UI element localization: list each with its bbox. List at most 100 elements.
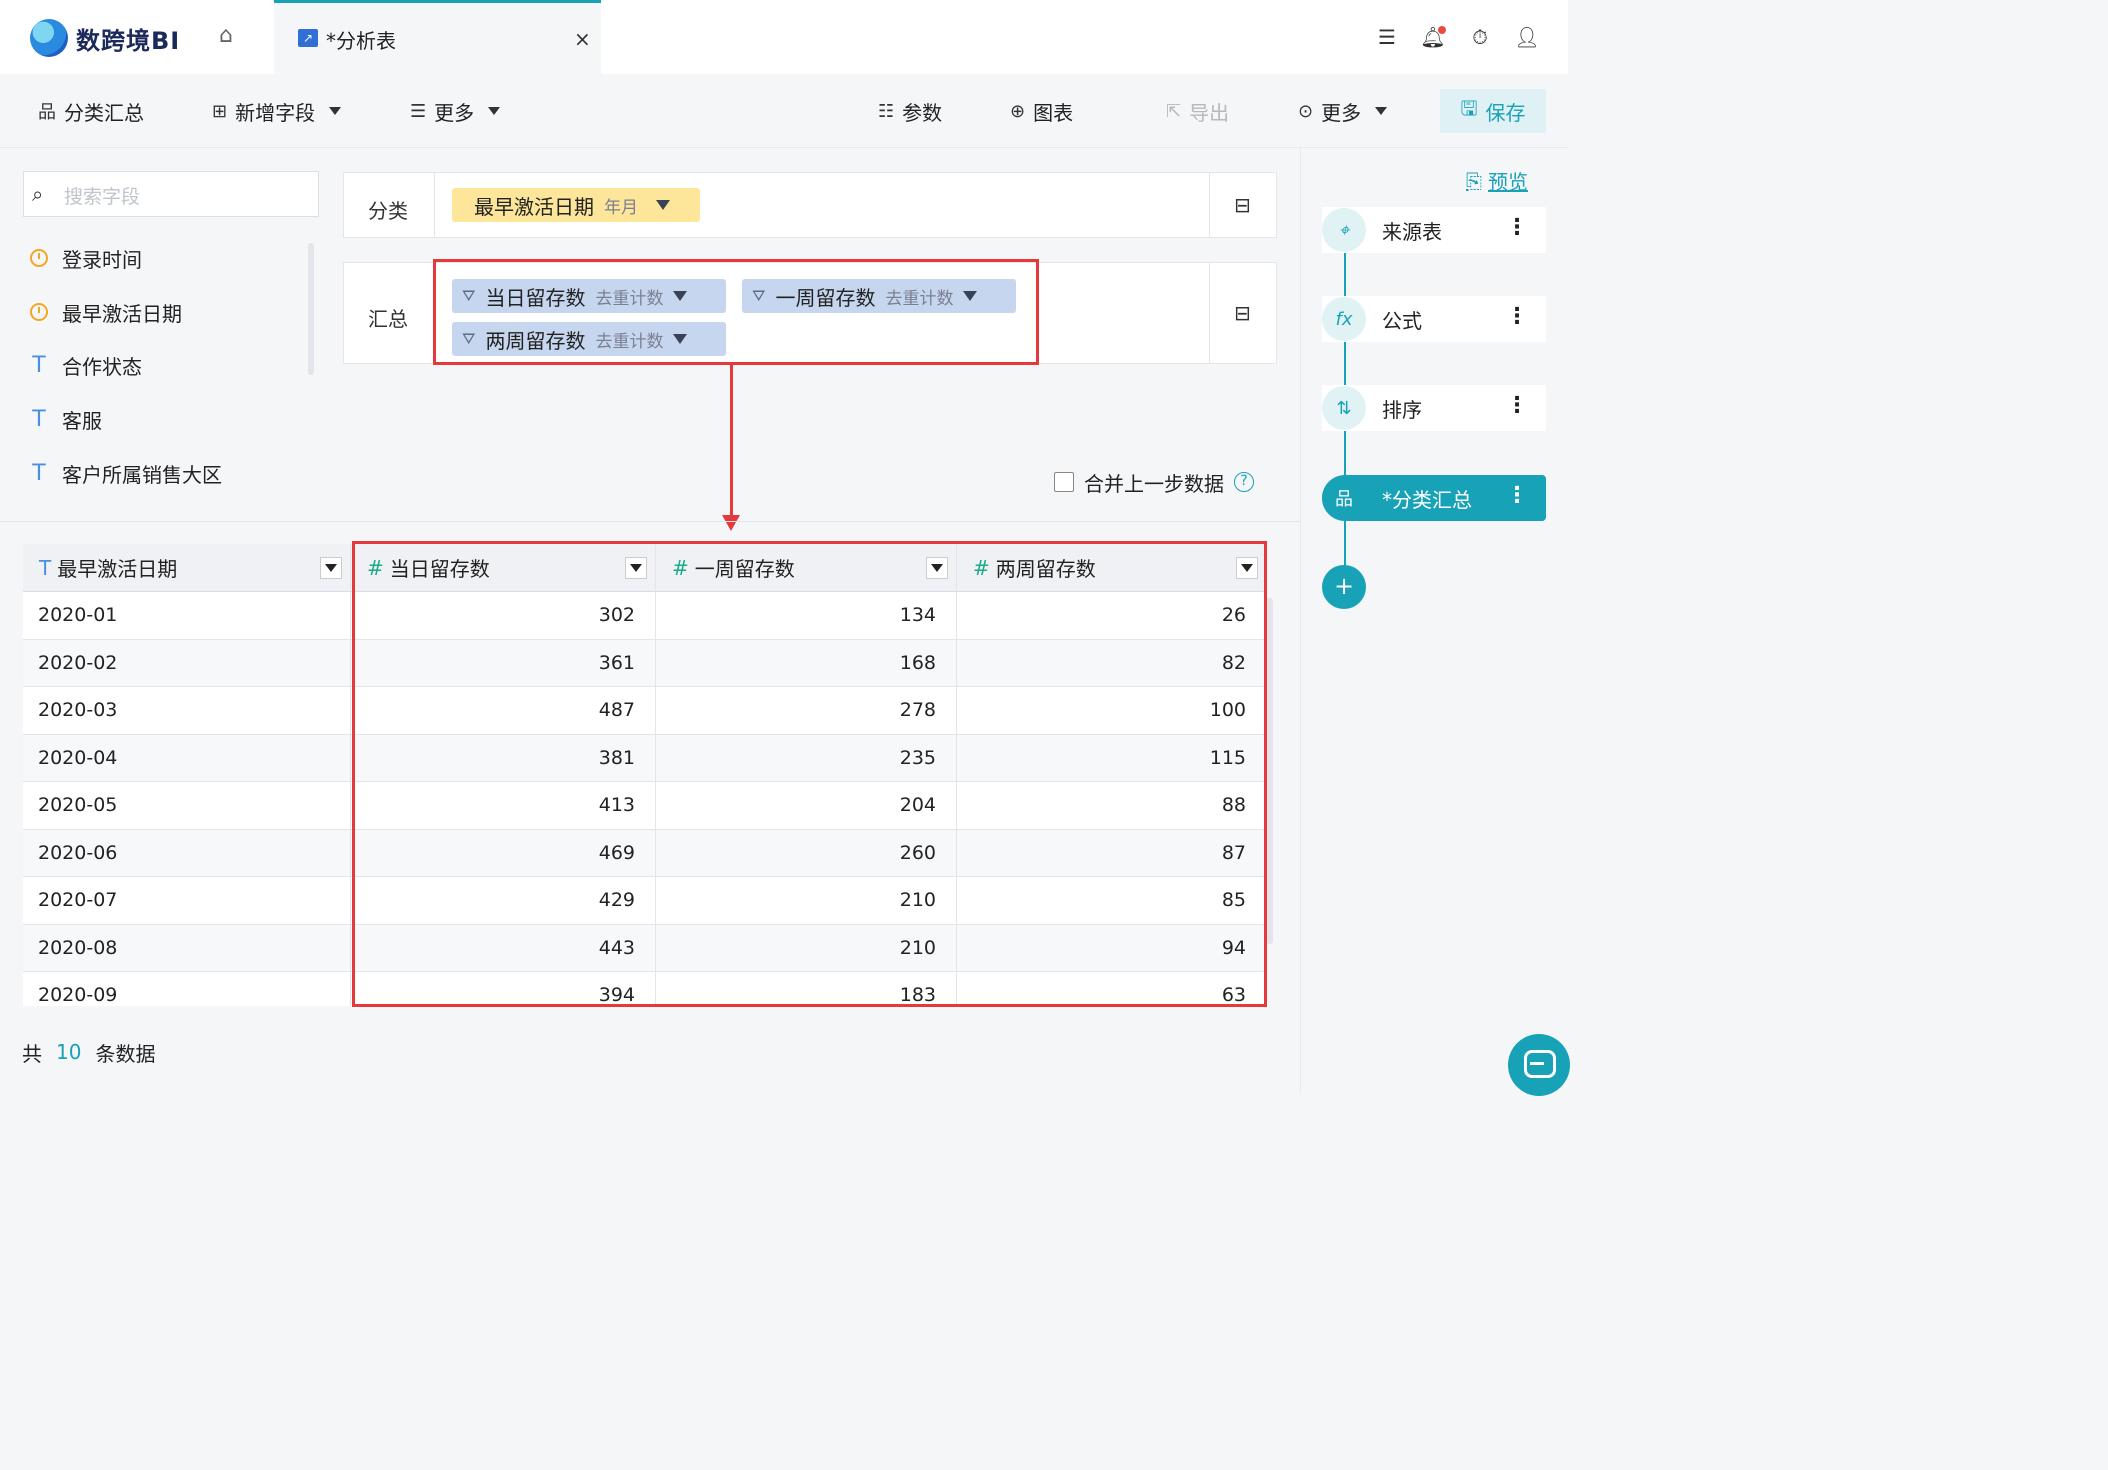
chevron-down-icon[interactable] <box>656 200 670 210</box>
row-count-prefix: 共 <box>22 1041 42 1066</box>
merge-checkbox[interactable] <box>1054 472 1074 492</box>
notification-dot <box>1438 26 1446 34</box>
tab-analysis-table[interactable]: ↗ *分析表 × <box>274 0 601 74</box>
params-button[interactable]: ☷ 参数 <box>878 96 942 126</box>
home-icon[interactable]: ⌂ <box>214 24 238 48</box>
merge-previous-option[interactable]: 合并上一步数据 ? <box>1054 469 1254 496</box>
export-button[interactable]: ⇱ 导出 <box>1166 96 1229 126</box>
step-label: 排序 <box>1382 397 1422 422</box>
chip-name: 最早激活日期 <box>474 194 594 219</box>
app-logo[interactable]: 数跨境BI <box>30 18 185 58</box>
save-icon: 🖫︎ <box>1460 96 1478 120</box>
date-cell: 2020-04 <box>23 734 351 782</box>
field-name: 客服 <box>62 408 102 433</box>
more-right-label: 更多 <box>1321 100 1362 125</box>
step-formula[interactable]: fx 公式 ⋮ <box>1322 296 1546 342</box>
step-sort[interactable]: ⇅ 排序 ⋮ <box>1322 385 1546 431</box>
chevron-down-icon <box>488 107 501 115</box>
chart-button[interactable]: ⊕ 图表 <box>1010 96 1073 126</box>
save-button[interactable]: 🖫︎ 保存 <box>1440 89 1546 133</box>
save-label: 保存 <box>1485 100 1526 125</box>
tab-close-button[interactable]: × <box>574 27 591 51</box>
sort-icon: ⇅ <box>1322 386 1366 430</box>
highlight-box-summary <box>433 259 1039 365</box>
search-icon: ⌕ <box>32 182 44 206</box>
category-label: 分类 <box>368 199 408 223</box>
text-type-icon: T <box>32 352 46 378</box>
more-vertical-icon[interactable]: ⋮ <box>1506 304 1528 329</box>
export-label: 导出 <box>1189 100 1230 125</box>
chat-support-button[interactable] <box>1508 1034 1570 1096</box>
target-icon: ⌖ <box>1322 208 1366 252</box>
help-icon[interactable]: ? <box>1234 472 1254 492</box>
timer-icon[interactable]: ⏱︎ <box>1467 24 1493 50</box>
annotation-arrow-line <box>730 365 733 520</box>
field-list-scrollbar[interactable] <box>308 243 314 375</box>
steps-panel <box>1300 148 1568 1093</box>
row-count: 共 10 条数据 <box>22 1038 155 1066</box>
date-cell: 2020-02 <box>23 639 351 687</box>
fx-icon: fx <box>1322 297 1366 341</box>
field-item[interactable]: 最早激活日期 <box>30 296 182 328</box>
date-cell: 2020-05 <box>23 782 351 829</box>
date-cell: 2020-07 <box>23 877 351 924</box>
params-icon: ☷ <box>878 100 895 122</box>
category-config: 分类 最早激活日期 年月 ⊟ <box>343 172 1277 238</box>
column-menu-icon[interactable] <box>320 557 342 579</box>
row-count-value: 10 <box>56 1040 82 1064</box>
more-vertical-icon[interactable]: ⋮ <box>1506 393 1528 418</box>
toolbox-icon[interactable]: ⊟ <box>1234 301 1251 325</box>
date-cell: 2020-03 <box>23 687 351 734</box>
category-chip[interactable]: 最早激活日期 年月 <box>452 188 700 222</box>
field-name: 合作状态 <box>62 354 142 379</box>
step-source-table[interactable]: ⌖ 来源表 ⋮ <box>1322 207 1546 253</box>
export-icon: ⇱ <box>1166 100 1182 122</box>
more-vertical-icon[interactable]: ⋮ <box>1506 215 1528 240</box>
group-summary-button[interactable]: 品 分类汇总 <box>38 96 144 126</box>
user-icon[interactable]: 👤︎ <box>1514 24 1540 50</box>
add-field-icon: ⊞ <box>212 100 228 122</box>
field-item[interactable]: 登录时间 <box>30 242 142 274</box>
add-field-label: 新增字段 <box>235 100 316 125</box>
clock-icon <box>30 303 48 321</box>
tab-title: *分析表 <box>326 29 396 53</box>
preview-link[interactable]: ⎘ 预览 <box>1466 166 1528 195</box>
more-vertical-icon[interactable]: ⋮ <box>1506 483 1528 508</box>
highlight-box-table <box>352 541 1267 1007</box>
date-cell: 2020-01 <box>23 592 351 639</box>
more-left-button[interactable]: ☰ 更多 <box>410 96 501 126</box>
chevron-down-icon <box>329 107 342 115</box>
more-circle-icon: ⊙ <box>1298 100 1314 122</box>
date-cell: 2020-08 <box>23 924 351 972</box>
column-header[interactable]: T 最早激活日期 <box>23 544 351 592</box>
field-item[interactable]: T 合作状态 <box>30 349 142 381</box>
search-input[interactable]: 搜索字段 <box>64 182 140 209</box>
chevron-down-icon <box>1375 107 1388 115</box>
add-step-button[interactable]: + <box>1322 565 1366 609</box>
divider <box>1209 263 1210 363</box>
step-label: *分类汇总 <box>1382 487 1472 512</box>
column-title: 最早激活日期 <box>57 557 178 581</box>
table-scrollbar[interactable] <box>1266 598 1273 944</box>
step-group-summary[interactable]: 品 *分类汇总 ⋮ <box>1322 475 1546 521</box>
list-icon: ☰ <box>410 100 427 122</box>
params-label: 参数 <box>902 100 943 125</box>
chart-label: 图表 <box>1033 100 1074 125</box>
add-field-button[interactable]: ⊞ 新增字段 <box>212 96 342 126</box>
task-list-icon[interactable]: ☰ <box>1374 24 1400 50</box>
plus-circle-icon: ⊕ <box>1010 100 1026 122</box>
field-search[interactable]: ⌕ 搜索字段 <box>23 171 319 217</box>
more-right-button[interactable]: ⊙ 更多 <box>1298 96 1388 126</box>
date-cell: 2020-09 <box>23 972 351 1006</box>
more-left-label: 更多 <box>434 100 475 125</box>
divider <box>1209 173 1210 237</box>
merge-label: 合并上一步数据 <box>1084 471 1224 496</box>
field-item[interactable]: T 客户所属销售大区 <box>30 457 222 489</box>
text-type-icon: T <box>32 460 46 486</box>
step-label: 来源表 <box>1382 219 1442 244</box>
field-name: 客户所属销售大区 <box>62 462 222 487</box>
field-item[interactable]: T 客服 <box>30 403 102 435</box>
text-type-icon: T <box>39 555 52 580</box>
toolbox-icon[interactable]: ⊟ <box>1234 193 1251 217</box>
step-label: 公式 <box>1382 308 1422 333</box>
